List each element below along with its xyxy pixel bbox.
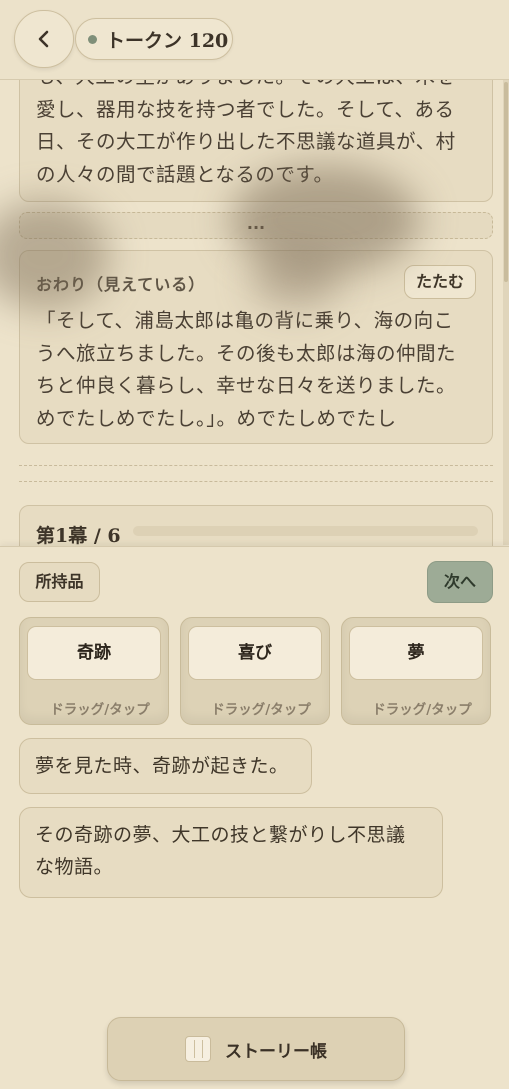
previous-passage-line: の人々の間で話題となるのです。 <box>36 162 334 186</box>
ending-label: おわり（見えている） <box>36 275 206 294</box>
act-label: 第1幕 / 6 <box>36 525 121 546</box>
ending-line: うへ旅立ちました。その後も太郎は海の仲間た <box>36 341 457 365</box>
previous-passage-line: も、大工の里がありました。その大工は、木を <box>36 80 476 94</box>
drag-tap-hint: ドラッグ/タップ <box>50 702 150 718</box>
token-status-dot <box>88 34 97 44</box>
previous-passage-text: も、大工の里がありました。その大工は、木を 愛し、器用な技を持つ者でした。そして… <box>20 80 492 191</box>
act-progress-card: 第1幕 / 6 <box>19 505 493 546</box>
divider <box>19 481 493 482</box>
book-icon <box>185 1036 211 1062</box>
storybook-button[interactable]: ストーリー帳 <box>107 1017 405 1081</box>
word-card[interactable]: 夢 ドラッグ/タップ <box>341 617 491 725</box>
ending-line: ちと仲良く暮らし、幸せな日々を送りました。 <box>36 374 457 397</box>
word-label: 喜び <box>188 626 322 680</box>
word-card[interactable]: 奇跡 ドラッグ/タップ <box>19 617 169 725</box>
act-progress-bar <box>133 526 478 536</box>
word-panel: 所持品 次へ 奇跡 ドラッグ/タップ 喜び ドラッグ/タップ 夢 ドラッグ/タッ… <box>0 546 509 1089</box>
word-label: 夢 <box>349 626 483 680</box>
previous-passage-line: 愛し、器用な技を持つ者でした。そして、ある <box>36 97 455 121</box>
previous-passage-card: も、大工の里がありました。その大工は、木を 愛し、器用な技を持つ者でした。そして… <box>19 80 493 202</box>
word-card[interactable]: 喜び ドラッグ/タップ <box>180 617 330 725</box>
sentence-line: な物語。 <box>35 856 114 878</box>
scrollbar-thumb[interactable] <box>504 82 508 282</box>
top-bar: トークン 120 <box>0 0 509 80</box>
ending-text: 「そして、浦島太郎は亀の背に乗り、海の向こ うへ旅立ちました。その後も太郎は海の… <box>20 305 472 435</box>
scrollbar[interactable] <box>503 80 509 545</box>
collapse-button[interactable]: たたむ <box>404 265 476 299</box>
expand-hidden-passages-button[interactable]: ... <box>19 212 493 239</box>
next-button[interactable]: 次へ <box>427 561 493 603</box>
sentence-card[interactable]: 夢を見た時、奇跡が起きた。 <box>19 738 312 794</box>
token-label: トークン 120 <box>106 29 229 52</box>
ending-line: 「そして、浦島太郎は亀の背に乗り、海の向こ <box>36 309 454 332</box>
divider <box>19 465 493 466</box>
holdings-button[interactable]: 所持品 <box>19 562 100 602</box>
previous-passage-line: 日、その大工が作り出した不思議な道具が、村 <box>36 130 456 153</box>
sentence-line: その奇跡の夢、大工の技と繋がりし不思議 <box>35 824 406 846</box>
ending-line: めでたしめでたし。」。めでたしめでたし <box>36 406 397 430</box>
token-counter: トークン 120 <box>75 18 233 60</box>
drag-tap-hint: ドラッグ/タップ <box>372 702 472 718</box>
word-label: 奇跡 <box>27 626 161 680</box>
ending-card: おわり（見えている） たたむ 「そして、浦島太郎は亀の背に乗り、海の向こ うへ旅… <box>19 250 493 444</box>
drag-tap-hint: ドラッグ/タップ <box>211 702 311 718</box>
chevron-left-icon <box>38 30 49 48</box>
storybook-label: ストーリー帳 <box>225 1041 327 1062</box>
back-button[interactable] <box>14 10 74 68</box>
story-scroll-area[interactable]: も、大工の里がありました。その大工は、木を 愛し、器用な技を持つ者でした。そして… <box>0 80 509 546</box>
sentence-card[interactable]: その奇跡の夢、大工の技と繋がりし不思議 な物語。 <box>19 807 443 898</box>
